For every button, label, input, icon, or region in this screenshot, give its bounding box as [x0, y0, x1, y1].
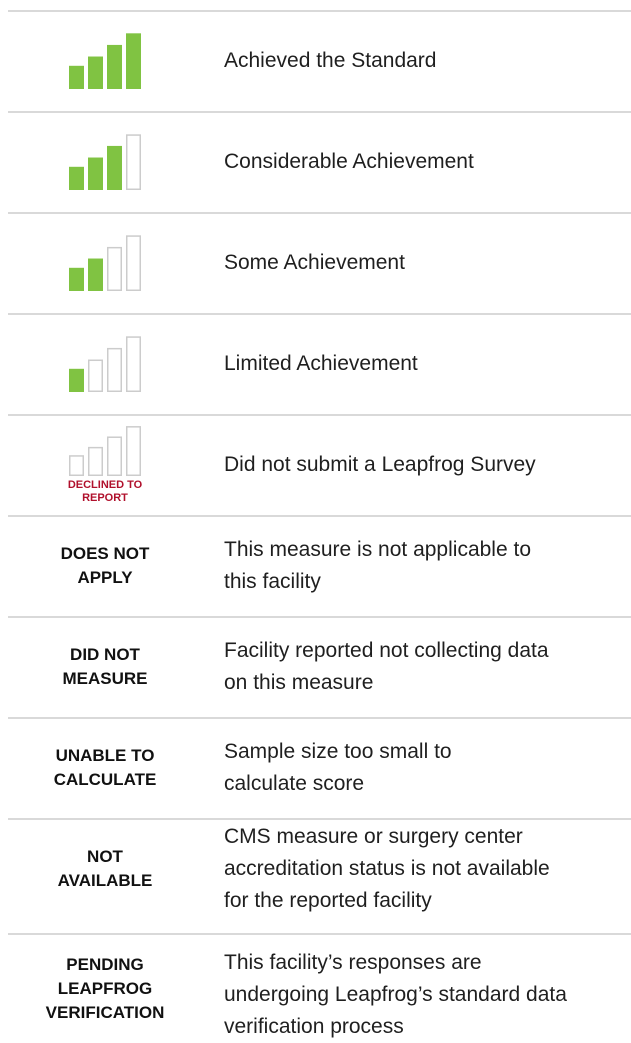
signal-bars-0-icon [69, 425, 141, 476]
legend-description: Considerable Achievement [224, 149, 474, 173]
signal-bars-3-icon [69, 133, 141, 190]
filled-bar [88, 157, 103, 190]
empty-bar [69, 454, 84, 476]
legend-row-unable-to-calculate: UNABLE TO CALCULATE Sample size too smal… [0, 717, 631, 818]
filled-bar [69, 166, 84, 190]
status-code: UNABLE TO CALCULATE [53, 745, 157, 789]
empty-bar [107, 435, 122, 476]
legend-symbol: UNABLE TO CALCULATE [0, 717, 210, 818]
filled-bar [107, 145, 122, 190]
empty-bar [88, 359, 103, 392]
filled-bar [69, 368, 84, 392]
legend-description: This measure is not applicable to this f… [224, 537, 531, 593]
legend-row-not-available: NOT AVAILABLE CMS measure or surgery cen… [0, 818, 631, 919]
legend-description: Sample size too small to calculate score [224, 739, 452, 795]
empty-bar [126, 234, 141, 291]
status-code: NOT AVAILABLE [57, 846, 153, 890]
filled-bar [126, 32, 141, 89]
legend-symbol [0, 10, 210, 111]
empty-bar [107, 347, 122, 392]
legend-description: Facility reported not collecting data on… [224, 638, 549, 694]
legend-row-some: Some Achievement [0, 212, 631, 313]
signal-bars-4-icon [69, 32, 141, 89]
legend-symbol [0, 313, 210, 414]
legend-symbol [0, 111, 210, 212]
legend-row-achieved: Achieved the Standard [0, 10, 631, 111]
legend-description: CMS measure or surgery center accreditat… [224, 824, 550, 912]
legend-row-did-not-measure: DID NOT MEASURE Facility reported not co… [0, 616, 631, 717]
legend-row-declined: DECLINED TO REPORT Did not submit a Leap… [0, 414, 631, 515]
filled-bar [69, 65, 84, 89]
legend-row-considerable: Considerable Achievement [0, 111, 631, 212]
status-code: DOES NOT APPLY [60, 543, 150, 587]
status-code: PENDING LEAPFROG VERIFICATION [45, 955, 165, 1022]
empty-bar [107, 246, 122, 291]
legend-symbol: DECLINED TO REPORT [0, 414, 210, 515]
legend-description: Achieved the Standard [224, 48, 437, 72]
legend-row-pending-verification: PENDING LEAPFROG VERIFICATION This facil… [0, 933, 631, 1040]
declined-to-report-label: DECLINED TO REPORT [67, 478, 143, 504]
legend-description: Some Achievement [224, 250, 405, 274]
legend-symbol: DID NOT MEASURE [0, 616, 210, 717]
filled-bar [88, 258, 103, 291]
filled-bar [88, 56, 103, 89]
legend-description: This facility’s responses are undergoing… [224, 951, 567, 1038]
signal-bars-2-icon [69, 234, 141, 291]
legend-row-limited: Limited Achievement [0, 313, 631, 414]
legend-row-does-not-apply: DOES NOT APPLY This measure is not appli… [0, 515, 631, 616]
filled-bar [69, 267, 84, 291]
signal-bars-1-icon [69, 335, 141, 392]
empty-bar [126, 133, 141, 190]
legend-description: Did not submit a Leapfrog Survey [224, 452, 536, 476]
legend-symbol [0, 212, 210, 313]
legend-description: Limited Achievement [224, 351, 418, 375]
rating-legend: Achieved the Standard Considerable Achie… [0, 0, 631, 1040]
empty-bar [88, 446, 103, 476]
legend-symbol: NOT AVAILABLE [0, 818, 210, 919]
legend-symbol: DOES NOT APPLY [0, 515, 210, 616]
filled-bar [107, 44, 122, 89]
empty-bar [126, 335, 141, 392]
legend-symbol: PENDING LEAPFROG VERIFICATION [0, 935, 210, 1036]
status-code: DID NOT MEASURE [62, 644, 148, 688]
empty-bar [126, 425, 141, 476]
